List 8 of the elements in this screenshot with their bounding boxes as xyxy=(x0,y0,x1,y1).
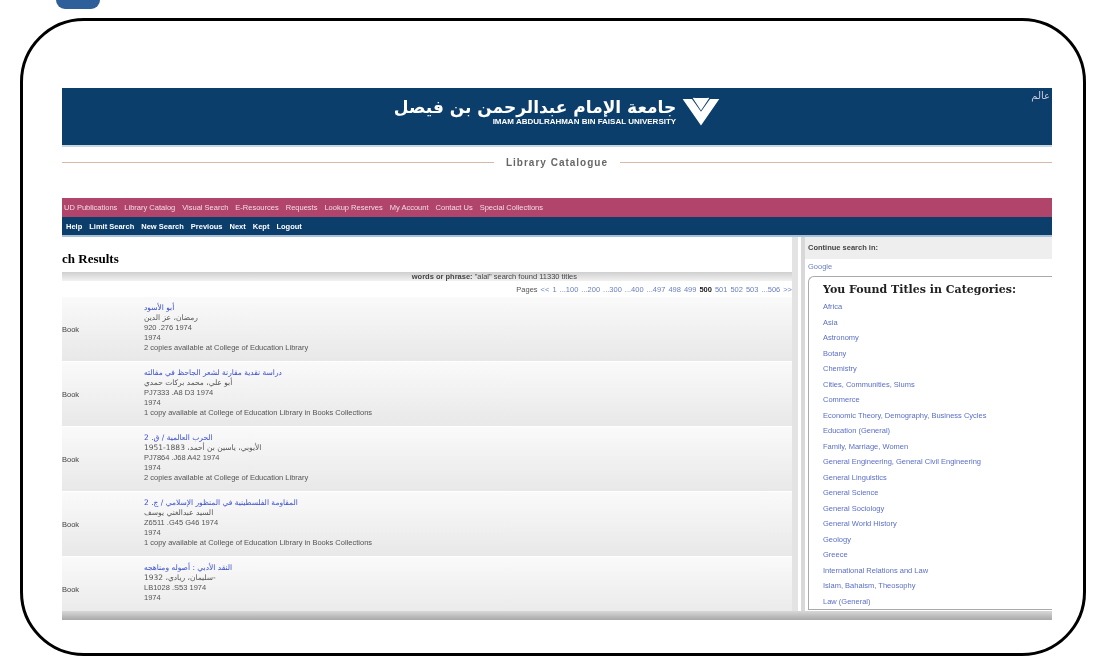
catalogue-title: Library Catalogue xyxy=(505,156,609,168)
logo-icon xyxy=(682,96,721,128)
university-name: IMAM ABDULRAHMAN BIN FAISAL UNIVERSITY xyxy=(492,117,677,127)
horizontal-scrollbar[interactable] xyxy=(62,611,1052,620)
categories-title: You Found Titles in Categories: xyxy=(823,283,1017,296)
results-heading: ch Results xyxy=(62,250,120,268)
header-link[interactable]: عالم xyxy=(1031,90,1050,101)
university-name-arabic: جامعة الإمام عبدالرحمن بن فيصل xyxy=(393,97,677,117)
